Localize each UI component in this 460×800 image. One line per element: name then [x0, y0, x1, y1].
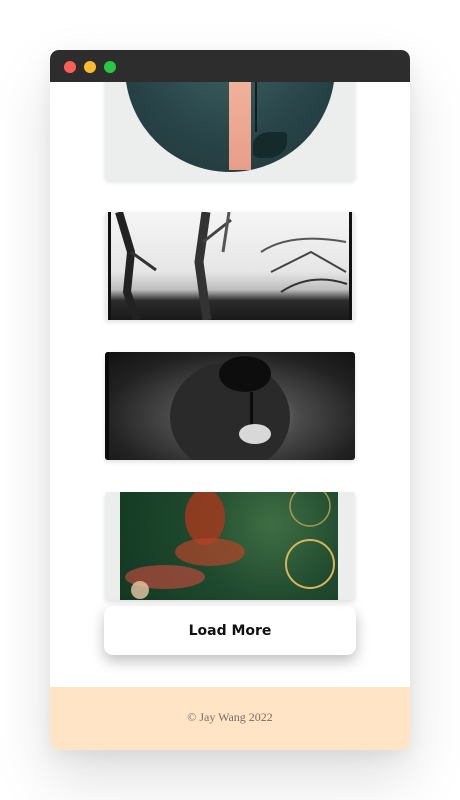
browser-window: Load More © Jay Wang 2022: [50, 50, 410, 750]
gallery-card-2[interactable]: [105, 212, 355, 320]
collage-shapes: [125, 492, 335, 599]
maximize-window-button[interactable]: [104, 61, 116, 73]
minimize-window-button[interactable]: [84, 61, 96, 73]
gallery-card-4[interactable]: [105, 492, 355, 600]
portrait-shapes: [105, 352, 290, 460]
gallery-photo-4: [120, 492, 338, 600]
tree-silhouettes: [115, 212, 348, 320]
window-titlebar: [50, 50, 410, 82]
gallery-photo-3: [105, 352, 355, 460]
close-window-button[interactable]: [64, 61, 76, 73]
gallery-card-1[interactable]: [105, 82, 355, 180]
gallery: [50, 82, 410, 687]
gallery-photo-2: [108, 212, 352, 320]
load-more-button[interactable]: Load More: [104, 606, 356, 655]
copyright-text: © Jay Wang 2022: [187, 710, 273, 724]
footer: © Jay Wang 2022: [50, 687, 410, 750]
gallery-card-3[interactable]: [105, 352, 355, 460]
